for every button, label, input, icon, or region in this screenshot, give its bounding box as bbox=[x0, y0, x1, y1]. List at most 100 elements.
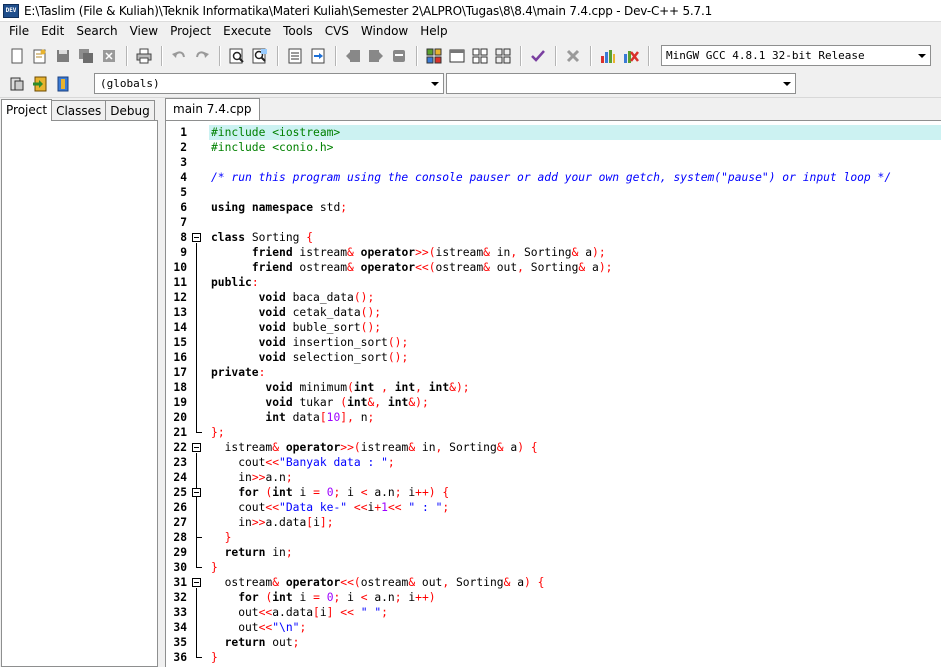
rebuild-all-icon[interactable] bbox=[492, 45, 514, 67]
print-icon[interactable] bbox=[133, 45, 155, 67]
code-line[interactable]: for (int i = 0; i < a.n; i++) { bbox=[209, 485, 941, 500]
code-line[interactable]: cout<<"Data ke-" <<i+1<< " : "; bbox=[209, 500, 941, 515]
chevron-down-icon[interactable] bbox=[426, 74, 443, 93]
syntax-check-icon[interactable] bbox=[527, 45, 549, 67]
menu-window[interactable]: Window bbox=[355, 22, 414, 41]
code-line[interactable]: } bbox=[209, 530, 941, 545]
menu-cvs[interactable]: CVS bbox=[319, 22, 355, 41]
line-number: 14 bbox=[173, 321, 187, 334]
menu-project[interactable]: Project bbox=[164, 22, 217, 41]
menu-search[interactable]: Search bbox=[70, 22, 123, 41]
save-icon[interactable] bbox=[52, 45, 74, 67]
toggle-comment-icon[interactable] bbox=[388, 45, 410, 67]
compiler-select[interactable]: MinGW GCC 4.8.1 32-bit Release bbox=[661, 45, 931, 66]
code-line[interactable]: private: bbox=[209, 365, 941, 380]
chevron-down-icon[interactable] bbox=[913, 46, 930, 65]
tab-debug[interactable]: Debug bbox=[105, 100, 155, 121]
code-line[interactable]: friend ostream& operator<<(ostream& out,… bbox=[209, 260, 941, 275]
line-number: 25 bbox=[173, 486, 187, 499]
code-area[interactable]: #include <iostream> #include <conio.h> /* … bbox=[209, 121, 941, 667]
chevron-down-icon[interactable] bbox=[778, 74, 795, 93]
line-number: 16 bbox=[173, 351, 187, 364]
profile-chart-icon[interactable] bbox=[597, 45, 619, 67]
code-line[interactable]: in>>a.n; bbox=[209, 470, 941, 485]
menu-edit[interactable]: Edit bbox=[35, 22, 70, 41]
fold-end-mark bbox=[196, 432, 202, 433]
code-line[interactable]: for (int i = 0; i < a.n; i++) bbox=[209, 590, 941, 605]
remove-from-project-icon[interactable] bbox=[52, 73, 74, 95]
run-icon[interactable] bbox=[446, 45, 468, 67]
fold-toggle-icon[interactable] bbox=[192, 578, 201, 587]
new-project-icon[interactable] bbox=[6, 73, 28, 95]
menu-tools[interactable]: Tools bbox=[277, 22, 319, 41]
code-line[interactable]: int data[10], n; bbox=[209, 410, 941, 425]
code-line-text: return out; bbox=[224, 636, 300, 649]
code-line[interactable]: class Sorting { bbox=[209, 230, 941, 245]
code-line-text: for (int i = 0; i < a.n; i++) { bbox=[238, 486, 450, 499]
code-line[interactable]: } bbox=[209, 650, 941, 665]
replace-icon[interactable] bbox=[249, 45, 271, 67]
goto-line-icon[interactable] bbox=[284, 45, 306, 67]
menu-help[interactable]: Help bbox=[414, 22, 453, 41]
code-line[interactable]: using namespace std; bbox=[209, 200, 941, 215]
line-number: 8 bbox=[180, 231, 187, 244]
project-tree[interactable] bbox=[1, 120, 158, 667]
menu-view[interactable]: View bbox=[124, 22, 164, 41]
new-file-icon[interactable] bbox=[6, 45, 28, 67]
redo-icon[interactable] bbox=[191, 45, 213, 67]
code-line[interactable] bbox=[209, 155, 941, 170]
code-line[interactable]: return in; bbox=[209, 545, 941, 560]
unindent-icon[interactable] bbox=[342, 45, 364, 67]
tab-main-cpp[interactable]: main 7.4.cpp bbox=[165, 98, 260, 120]
close-file-icon[interactable] bbox=[98, 45, 120, 67]
menu-execute[interactable]: Execute bbox=[217, 22, 277, 41]
menu-file[interactable]: File bbox=[3, 22, 35, 41]
code-line[interactable]: public: bbox=[209, 275, 941, 290]
code-line[interactable]: void cetak_data(); bbox=[209, 305, 941, 320]
toolbar-separator bbox=[161, 45, 163, 66]
code-line[interactable]: void insertion_sort(); bbox=[209, 335, 941, 350]
tab-classes[interactable]: Classes bbox=[51, 100, 107, 121]
fold-toggle-icon[interactable] bbox=[192, 488, 201, 497]
code-line[interactable]: } bbox=[209, 560, 941, 575]
devcpp-app-icon[interactable]: DEV bbox=[3, 3, 19, 18]
code-line[interactable] bbox=[209, 185, 941, 200]
tab-project[interactable]: Project bbox=[1, 99, 53, 121]
code-line[interactable]: void selection_sort(); bbox=[209, 350, 941, 365]
code-line[interactable]: #include <iostream> bbox=[209, 125, 941, 140]
compile-icon[interactable] bbox=[423, 45, 445, 67]
code-line[interactable]: cout<<"Banyak data : "; bbox=[209, 455, 941, 470]
code-line[interactable]: void baca_data(); bbox=[209, 290, 941, 305]
code-line[interactable]: out<<a.data[i] << " "; bbox=[209, 605, 941, 620]
save-all-icon[interactable] bbox=[75, 45, 97, 67]
code-editor[interactable]: 1 2 3 4 5 6 7 8 9 10 11 12 13 14 15 16 17 18 19 20 21 22 23 24 2… bbox=[165, 120, 941, 667]
code-line[interactable]: void tukar (int&, int&); bbox=[209, 395, 941, 410]
code-line-text: in>>a.n; bbox=[211, 471, 293, 484]
open-file-icon[interactable] bbox=[29, 45, 51, 67]
indent-icon[interactable] bbox=[365, 45, 387, 67]
compile-run-icon[interactable] bbox=[469, 45, 491, 67]
code-line[interactable]: void minimum(int , int, int&); bbox=[209, 380, 941, 395]
code-line[interactable]: void buble_sort(); bbox=[209, 320, 941, 335]
fold-guide bbox=[196, 453, 197, 567]
code-line[interactable] bbox=[209, 215, 941, 230]
members-combo[interactable] bbox=[446, 73, 796, 94]
add-to-project-icon[interactable] bbox=[29, 73, 51, 95]
stop-execution-icon[interactable] bbox=[562, 45, 584, 67]
fold-toggle-icon[interactable] bbox=[192, 233, 201, 242]
find-icon[interactable] bbox=[226, 45, 248, 67]
code-line[interactable]: ostream& operator<<(ostream& out, Sortin… bbox=[209, 575, 941, 590]
delete-profile-icon[interactable] bbox=[620, 45, 642, 67]
goto-bookmark-icon[interactable] bbox=[307, 45, 329, 67]
code-line[interactable]: /* run this program using the console pa… bbox=[209, 170, 941, 185]
code-line[interactable]: #include <conio.h> bbox=[209, 140, 941, 155]
code-line[interactable]: in>>a.data[i]; bbox=[209, 515, 941, 530]
code-line[interactable]: friend istream& operator>>(istream& in, … bbox=[209, 245, 941, 260]
code-line[interactable]: istream& operator>>(istream& in, Sorting… bbox=[209, 440, 941, 455]
fold-toggle-icon[interactable] bbox=[192, 443, 201, 452]
code-line[interactable]: }; bbox=[209, 425, 941, 440]
scope-combo[interactable]: (globals) bbox=[94, 73, 444, 94]
undo-icon[interactable] bbox=[168, 45, 190, 67]
code-line[interactable]: out<<"\n"; bbox=[209, 620, 941, 635]
code-line[interactable]: return out; bbox=[209, 635, 941, 650]
